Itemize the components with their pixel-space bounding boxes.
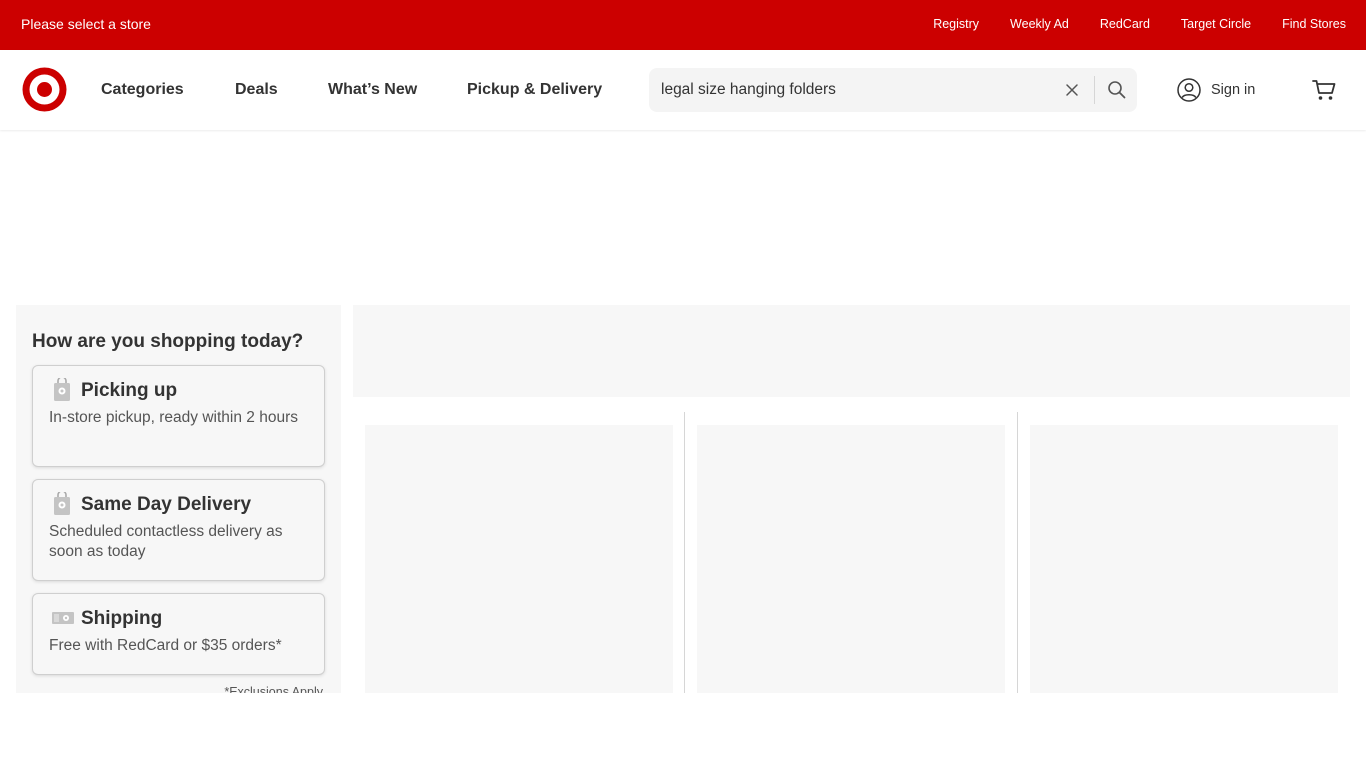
search-bar bbox=[649, 68, 1137, 112]
banner-placeholder bbox=[353, 305, 1350, 397]
target-circle-link[interactable]: Target Circle bbox=[1181, 17, 1251, 31]
find-stores-link[interactable]: Find Stores bbox=[1282, 17, 1346, 31]
picking-up-title: Picking up bbox=[81, 380, 178, 401]
shipping-box-icon bbox=[51, 610, 75, 631]
clear-search-icon[interactable] bbox=[1065, 83, 1079, 97]
tile-divider bbox=[684, 412, 685, 693]
picking-up-desc: In-store pickup, ready within 2 hours bbox=[49, 409, 298, 426]
account-icon bbox=[1177, 78, 1201, 102]
same-day-delivery-option[interactable]: Same Day Delivery Scheduled contactless … bbox=[32, 479, 325, 581]
search-input[interactable] bbox=[649, 68, 1059, 112]
weekly-ad-link[interactable]: Weekly Ad bbox=[1010, 17, 1069, 31]
shopping-mode-heading: How are you shopping today? bbox=[32, 331, 304, 352]
nav-deals[interactable]: Deals bbox=[235, 81, 278, 99]
sign-in-label: Sign in bbox=[1211, 82, 1256, 98]
search-icon[interactable] bbox=[1107, 80, 1126, 99]
target-logo-icon[interactable] bbox=[22, 67, 67, 112]
search-divider bbox=[1094, 76, 1095, 104]
product-tile-placeholder bbox=[365, 425, 673, 693]
product-tile-placeholder bbox=[697, 425, 1005, 693]
pickup-bag-icon bbox=[51, 376, 73, 407]
main-header: Categories Deals What’s New Pickup & Del… bbox=[0, 50, 1366, 130]
top-bar: Please select a store Registry Weekly Ad… bbox=[0, 0, 1366, 50]
exclusions-note: *Exclusions Apply bbox=[224, 685, 323, 693]
redcard-link[interactable]: RedCard bbox=[1100, 17, 1150, 31]
registry-link[interactable]: Registry bbox=[933, 17, 979, 31]
shipping-option[interactable]: Shipping Free with RedCard or $35 orders… bbox=[32, 593, 325, 675]
cart-icon[interactable] bbox=[1312, 79, 1336, 101]
nav-categories[interactable]: Categories bbox=[101, 81, 184, 99]
shipping-desc: Free with RedCard or $35 orders* bbox=[49, 637, 282, 654]
sign-in-button[interactable]: Sign in bbox=[1177, 78, 1255, 102]
same-day-delivery-desc: Scheduled contactless delivery as soon a… bbox=[49, 523, 283, 560]
delivery-bag-icon bbox=[51, 490, 73, 521]
tile-divider bbox=[1017, 412, 1018, 693]
top-links: Registry Weekly Ad RedCard Target Circle… bbox=[933, 17, 1346, 31]
shopping-mode-panel: How are you shopping today? Picking up I… bbox=[16, 305, 341, 693]
nav-pickup-delivery[interactable]: Pickup & Delivery bbox=[467, 81, 602, 99]
nav-whats-new[interactable]: What’s New bbox=[328, 81, 417, 99]
same-day-delivery-title: Same Day Delivery bbox=[81, 494, 252, 515]
shipping-title: Shipping bbox=[81, 608, 163, 629]
select-store-link[interactable]: Please select a store bbox=[21, 16, 151, 32]
product-tile-placeholder bbox=[1030, 425, 1338, 693]
picking-up-option[interactable]: Picking up In-store pickup, ready within… bbox=[32, 365, 325, 467]
